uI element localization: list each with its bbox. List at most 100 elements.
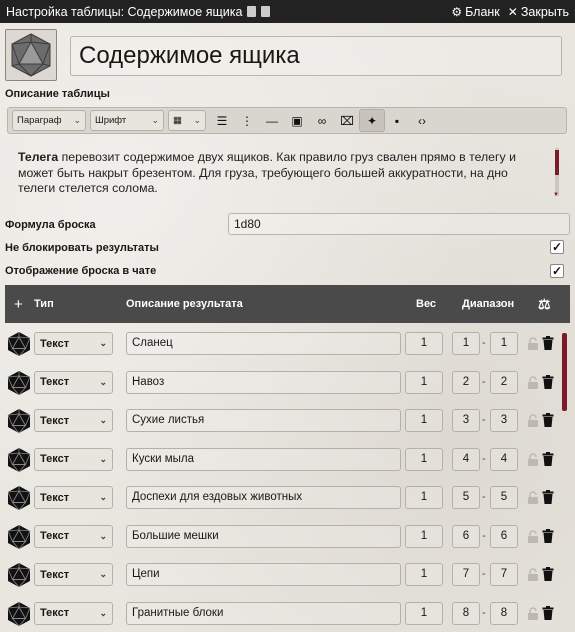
chat-roll-checkbox[interactable]: ✓ xyxy=(550,264,564,278)
result-range-from[interactable]: 5 xyxy=(452,486,480,509)
font-select[interactable]: Шрифт ⌄ xyxy=(90,110,164,131)
bullet-list-button[interactable]: ☰ xyxy=(210,110,234,131)
table-image[interactable] xyxy=(5,29,57,81)
result-type-select[interactable]: Текст ⌄ xyxy=(34,601,113,625)
trash-icon[interactable] xyxy=(542,451,554,466)
editor-scroll-thumb[interactable] xyxy=(555,150,559,175)
blank-button[interactable]: ⚙ Бланк xyxy=(451,5,499,19)
result-text-input[interactable]: Навоз xyxy=(126,370,401,394)
document-icon[interactable] xyxy=(247,6,257,17)
chat-roll-label: Отображение броска в чате xyxy=(5,265,157,277)
image-button[interactable]: ▣ xyxy=(285,110,309,131)
result-type-value: Текст xyxy=(40,491,70,504)
result-range-from[interactable]: 6 xyxy=(452,524,480,548)
result-weight-input[interactable]: 1 xyxy=(405,332,443,355)
magic-button[interactable]: ✦ xyxy=(359,109,385,132)
scroll-down-icon[interactable]: ▼ xyxy=(553,192,559,198)
result-type-select[interactable]: Текст ⌄ xyxy=(34,524,113,548)
table-name-input[interactable]: Содержимое ящика xyxy=(70,36,562,76)
result-range-from[interactable]: 8 xyxy=(452,601,480,625)
link-button[interactable]: ∞ xyxy=(310,110,334,131)
result-type-select[interactable]: Текст ⌄ xyxy=(34,332,113,355)
result-weight-input[interactable]: 1 xyxy=(405,447,443,471)
lock-icon[interactable] xyxy=(527,414,539,427)
trash-icon[interactable] xyxy=(542,605,554,620)
result-range-from[interactable]: 2 xyxy=(452,370,480,394)
result-text-input[interactable]: Куски мыла xyxy=(126,447,401,471)
d20-icon[interactable] xyxy=(7,601,31,627)
trash-icon[interactable] xyxy=(542,528,554,543)
close-button[interactable]: ✕ Закрыть xyxy=(508,5,569,19)
results-scrollbar[interactable] xyxy=(562,333,567,411)
lock-icon[interactable] xyxy=(527,337,539,350)
result-weight-input[interactable]: 1 xyxy=(405,486,443,509)
result-type-select[interactable]: Текст ⌄ xyxy=(34,447,113,471)
result-type-select[interactable]: Текст ⌄ xyxy=(34,486,113,509)
result-text-input[interactable]: Цепи xyxy=(126,563,401,586)
no-lock-checkbox[interactable]: ✓ xyxy=(550,240,564,254)
trash-icon[interactable] xyxy=(542,567,554,581)
clear-format-button[interactable]: ⌧ xyxy=(335,110,359,131)
lock-icon[interactable] xyxy=(527,606,539,620)
balance-scale-icon[interactable]: ⚖ xyxy=(538,296,551,313)
trash-icon[interactable] xyxy=(542,490,554,504)
result-text-input[interactable]: Гранитные блоки xyxy=(126,601,401,625)
paragraph-select[interactable]: Параграф ⌄ xyxy=(12,110,86,131)
result-range-from[interactable]: 3 xyxy=(452,409,480,432)
chevron-down-icon: ⌄ xyxy=(99,530,107,541)
journal-icon[interactable] xyxy=(261,6,271,17)
editor-scrollbar[interactable]: ▼ xyxy=(553,148,559,198)
d20-icon[interactable] xyxy=(7,524,31,550)
result-weight-input[interactable]: 1 xyxy=(405,601,443,625)
ordered-list-button[interactable]: ⋮ xyxy=(235,110,259,131)
result-weight-input[interactable]: 1 xyxy=(405,409,443,432)
table-config-window: Настройка таблицы: Содержимое ящика ⚙ Бл… xyxy=(0,0,575,632)
result-range-from[interactable]: 7 xyxy=(452,563,480,586)
result-weight-input[interactable]: 1 xyxy=(405,563,443,586)
result-text-input[interactable]: Сланец xyxy=(126,332,401,355)
save-button[interactable]: ▪ xyxy=(385,110,409,131)
horizontal-rule-button[interactable]: — xyxy=(260,110,284,131)
result-type-select[interactable]: Текст ⌄ xyxy=(34,370,113,394)
result-range-from[interactable]: 1 xyxy=(452,332,480,355)
result-text-input[interactable]: Доспехи для ездовых животных xyxy=(126,486,401,509)
trash-icon[interactable] xyxy=(542,336,554,350)
d20-icon[interactable] xyxy=(7,562,31,588)
result-text-input[interactable]: Сухие листья xyxy=(126,409,401,432)
formula-input[interactable]: 1d80 xyxy=(228,213,570,235)
chevron-down-icon: ⌄ xyxy=(99,453,107,464)
result-weight-input[interactable]: 1 xyxy=(405,370,443,394)
d20-icon[interactable] xyxy=(7,447,31,473)
result-range-to[interactable]: 5 xyxy=(490,486,518,509)
result-type-select[interactable]: Текст ⌄ xyxy=(34,563,113,586)
result-range-to[interactable]: 2 xyxy=(490,370,518,394)
d20-icon[interactable] xyxy=(7,370,31,396)
lock-icon[interactable] xyxy=(527,375,539,389)
result-text-input[interactable]: Большие мешки xyxy=(126,524,401,548)
table-insert-select[interactable]: ▦ ⌄ xyxy=(168,110,206,131)
result-range-to[interactable]: 7 xyxy=(490,563,518,586)
window-titlebar[interactable]: Настройка таблицы: Содержимое ящика ⚙ Бл… xyxy=(0,0,575,23)
lock-icon[interactable] xyxy=(527,529,539,543)
result-range-to[interactable]: 3 xyxy=(490,409,518,432)
add-result-button[interactable]: + xyxy=(14,296,23,313)
result-weight-input[interactable]: 1 xyxy=(405,524,443,548)
source-code-button[interactable]: ‹› xyxy=(410,110,434,131)
result-range-from[interactable]: 4 xyxy=(452,447,480,471)
description-editor[interactable]: Телега перевозит содержимое двух ящиков.… xyxy=(18,150,548,197)
d20-icon[interactable] xyxy=(7,408,31,434)
trash-icon[interactable] xyxy=(542,413,554,427)
lock-icon[interactable] xyxy=(527,568,539,581)
result-range-to[interactable]: 6 xyxy=(490,524,518,548)
lock-icon[interactable] xyxy=(527,452,539,466)
lock-icon[interactable] xyxy=(527,491,539,504)
d20-icon[interactable] xyxy=(7,485,31,511)
results-header: + Тип Описание результата Вес Диапазон ⚖ xyxy=(5,285,570,323)
d20-icon[interactable] xyxy=(7,331,31,357)
check-icon: ✓ xyxy=(551,264,563,278)
result-range-to[interactable]: 1 xyxy=(490,332,518,355)
result-range-to[interactable]: 4 xyxy=(490,447,518,471)
result-range-to[interactable]: 8 xyxy=(490,601,518,625)
result-type-select[interactable]: Текст ⌄ xyxy=(34,409,113,432)
trash-icon[interactable] xyxy=(542,374,554,389)
